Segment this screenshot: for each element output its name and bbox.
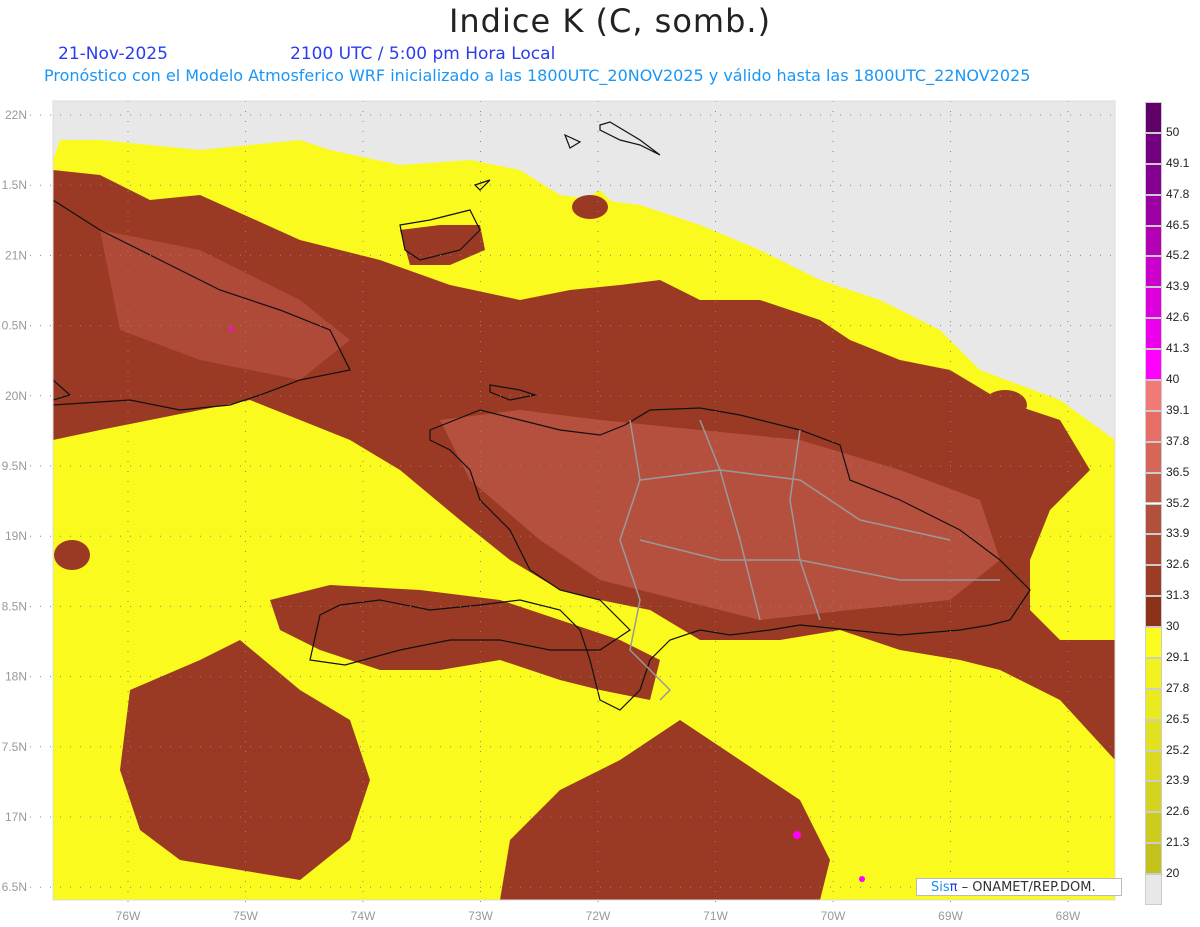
- color-scale-label: 22.6: [1166, 804, 1190, 819]
- lat-label: 19N: [5, 529, 27, 543]
- color-swatch: [1145, 657, 1162, 689]
- lat-label: 0.5N: [2, 319, 27, 333]
- lon-label: 68W: [1056, 909, 1081, 923]
- color-scale-label: 35.2: [1166, 495, 1190, 510]
- color-swatch: [1145, 410, 1162, 442]
- lat-label: 18N: [5, 670, 27, 684]
- color-swatch: [1145, 781, 1162, 813]
- extreme-k-spot: [229, 327, 233, 331]
- lat-label: 8.5N: [2, 599, 27, 613]
- color-swatch: [1145, 349, 1162, 380]
- lat-label: 7.5N: [2, 740, 27, 754]
- lon-label: 71W: [703, 909, 728, 923]
- latitude-labels: 22N 1.5N 21N 0.5N 20N 9.5N 19N 8.5N 18N 7.5N 17N 6.…: [2, 108, 27, 894]
- color-scale-label: 23.9: [1166, 773, 1190, 788]
- extreme-k-spot: [859, 876, 865, 882]
- color-scale-label: 30: [1166, 619, 1180, 634]
- credit-pi: π: [949, 880, 958, 895]
- color-scale-label: 46.5: [1166, 217, 1190, 232]
- k-index-map: 22N 1.5N 21N 0.5N 20N 9.5N 19N 8.5N 18N 7.5N 17N 6.…: [2, 100, 1116, 923]
- lat-label: 17N: [5, 810, 27, 824]
- color-scale-label: 26.5: [1166, 711, 1190, 726]
- color-swatch: [1145, 256, 1162, 288]
- color-swatch: [1145, 194, 1162, 226]
- color-scale-label: 31.3: [1166, 588, 1190, 603]
- color-swatch: [1145, 503, 1162, 535]
- color-swatch: [1145, 688, 1162, 720]
- lon-label: 74W: [351, 909, 376, 923]
- color-swatch: [1145, 379, 1162, 411]
- color-scale-label: 32.6: [1166, 557, 1190, 572]
- lat-label: 22N: [5, 108, 27, 122]
- high-k-blob: [983, 390, 1027, 420]
- model-subtitle: Pronóstico con el Modelo Atmosferico WRF…: [44, 66, 1031, 85]
- color-scale-label: 40: [1166, 371, 1180, 386]
- map-title: Indice K (C, somb.): [448, 2, 772, 40]
- color-swatch: [1145, 596, 1162, 628]
- color-scale-label: 25.2: [1166, 742, 1190, 757]
- lon-label: 70W: [821, 909, 846, 923]
- longitude-labels: 76W 75W 74W 73W 72W 71W 70W 69W 68W: [116, 909, 1081, 923]
- lat-label: 20N: [5, 389, 27, 403]
- credit-box: Sisπ – ONAMET/REP.DOM.: [916, 878, 1122, 896]
- lon-label: 72W: [586, 909, 611, 923]
- color-scale-label: 27.8: [1166, 680, 1190, 695]
- lat-label: 9.5N: [2, 459, 27, 473]
- color-swatch: [1145, 874, 1162, 905]
- color-swatch: [1145, 843, 1162, 875]
- color-scale-label: 50: [1166, 124, 1180, 139]
- high-k-blob: [572, 195, 608, 219]
- color-swatch: [1145, 627, 1162, 658]
- lat-label: 6.5N: [2, 880, 27, 894]
- color-swatch: [1145, 102, 1162, 133]
- color-scale-label: 33.9: [1166, 526, 1190, 541]
- color-scale-label: 43.9: [1166, 279, 1190, 294]
- color-swatch: [1145, 565, 1162, 597]
- color-swatch: [1145, 163, 1162, 195]
- color-scale-label: 41.3: [1166, 341, 1190, 356]
- high-k-blob: [54, 540, 90, 570]
- lon-label: 73W: [468, 909, 493, 923]
- color-swatch: [1145, 719, 1162, 751]
- color-scale-label: 45.2: [1166, 248, 1190, 263]
- color-swatch: [1145, 225, 1162, 257]
- lat-label: 1.5N: [2, 178, 27, 192]
- lon-label: 75W: [233, 909, 258, 923]
- color-swatch: [1145, 287, 1162, 319]
- extreme-k-spot: [793, 831, 801, 839]
- color-scale-label: 36.5: [1166, 464, 1190, 479]
- color-scale-label: 21.3: [1166, 835, 1190, 850]
- forecast-time: 2100 UTC / 5:00 pm Hora Local: [290, 44, 556, 64]
- color-scale-label: 37.8: [1166, 433, 1190, 448]
- color-scale-label: 20: [1166, 866, 1180, 881]
- lon-label: 69W: [938, 909, 963, 923]
- color-scale-label: 42.6: [1166, 310, 1190, 325]
- color-swatch: [1145, 534, 1162, 566]
- credit-text: – ONAMET/REP.DOM.: [961, 880, 1096, 895]
- lat-label: 21N: [5, 248, 27, 262]
- color-swatch: [1145, 318, 1162, 350]
- color-swatch: [1145, 812, 1162, 844]
- color-swatch: [1145, 472, 1162, 504]
- color-swatch: [1145, 441, 1162, 473]
- color-swatch: [1145, 132, 1162, 164]
- lon-label: 76W: [116, 909, 141, 923]
- color-swatch: [1145, 750, 1162, 782]
- color-scale-label: 49.1: [1166, 155, 1190, 170]
- color-scale-label: 29.1: [1166, 649, 1190, 664]
- credit-sis: Sis: [931, 880, 950, 895]
- color-scale-label: 47.8: [1166, 186, 1190, 201]
- forecast-date: 21-Nov-2025: [58, 44, 168, 64]
- color-scale-label: 39.1: [1166, 402, 1190, 417]
